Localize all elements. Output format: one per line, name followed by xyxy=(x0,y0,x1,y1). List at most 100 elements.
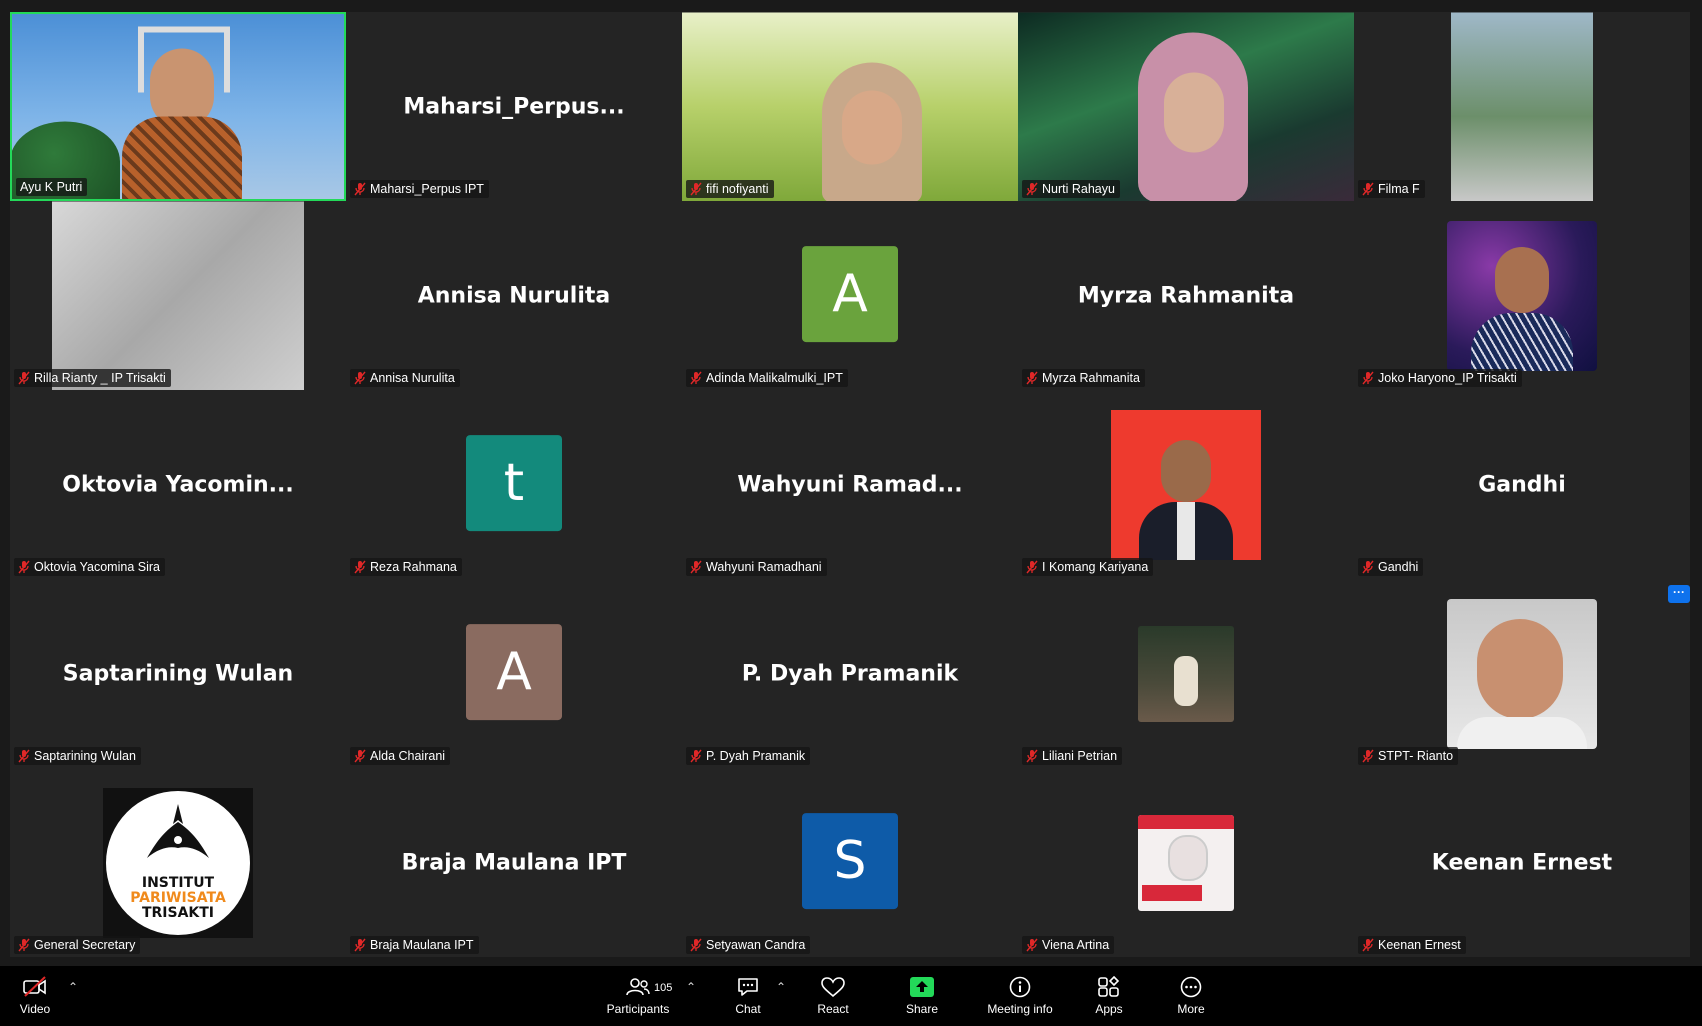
tile-maharsi[interactable]: Maharsi_Perpus... Maharsi_Perpus IPT xyxy=(346,12,682,201)
participant-display-name: Braja Maulana IPT xyxy=(401,850,627,875)
video-button[interactable]: Video xyxy=(14,966,56,1026)
participant-name: Braja Maulana IPT xyxy=(370,938,474,952)
participant-name: Saptarining Wulan xyxy=(34,749,136,763)
tile-saptarining[interactable]: Saptarining Wulan Saptarining Wulan xyxy=(10,579,346,768)
participant-name: Reza Rahmana xyxy=(370,560,457,574)
participant-display-name: Maharsi_Perpus... xyxy=(403,94,625,119)
tile-alda[interactable]: A Alda Chairani xyxy=(346,579,682,768)
mic-muted-icon xyxy=(1026,749,1038,763)
meeting-info-button[interactable]: Meeting info xyxy=(980,966,1060,1026)
avatar: A xyxy=(466,623,562,720)
participant-name: Annisa Nurulita xyxy=(370,371,455,385)
name-label: Joko Haryono_IP Trisakti xyxy=(1358,369,1522,387)
mic-muted-icon xyxy=(354,182,366,196)
name-label: P. Dyah Pramanik xyxy=(686,747,811,765)
participant-name: Adinda Malikalmulki_IPT xyxy=(706,371,843,385)
mic-muted-icon xyxy=(1026,560,1038,574)
mic-muted-icon xyxy=(354,560,366,574)
institut-logo: INSTITUT PARIWISATA TRISAKTI xyxy=(103,787,253,938)
tile-myrza[interactable]: Myrza Rahmanita Myrza Rahmanita xyxy=(1018,201,1354,390)
mic-muted-icon xyxy=(1362,182,1374,196)
avatar: t xyxy=(466,434,562,531)
participant-name: Liliani Petrian xyxy=(1042,749,1118,763)
trisakti-emblem-icon xyxy=(147,803,209,858)
mic-muted-icon xyxy=(1026,371,1038,385)
participant-display-name: Wahyuni Ramad... xyxy=(737,472,963,497)
logo-line-1: INSTITUT xyxy=(141,874,215,891)
name-label: Maharsi_Perpus IPT xyxy=(350,180,489,198)
avatar-photo xyxy=(1138,625,1234,722)
participant-name: Wahyuni Ramadhani xyxy=(706,560,822,574)
video-feed-filma xyxy=(1451,12,1593,201)
participants-options-caret-icon[interactable]: ⌃ xyxy=(686,980,696,994)
tile-setyawan[interactable]: S Setyawan Candra xyxy=(682,768,1018,957)
tile-ayu-k-putri[interactable]: Ayu K Putri xyxy=(10,12,346,201)
participants-icon xyxy=(626,978,650,996)
avatar-photo xyxy=(1138,814,1234,911)
tile-nurti[interactable]: Nurti Rahayu xyxy=(1018,12,1354,201)
react-button[interactable]: React xyxy=(812,966,854,1026)
participant-name: Maharsi_Perpus IPT xyxy=(370,182,484,196)
tile-wahyuni[interactable]: Wahyuni Ramad... Wahyuni Ramadhani xyxy=(682,390,1018,579)
tile-filma[interactable]: Filma F xyxy=(1354,12,1690,201)
name-label: Adinda Malikalmulki_IPT xyxy=(686,369,848,387)
participants-label: Participants xyxy=(606,1002,670,1016)
tile-dyah[interactable]: P. Dyah Pramanik P. Dyah Pramanik xyxy=(682,579,1018,768)
participant-name: Alda Chairani xyxy=(370,749,446,763)
name-label: I Komang Kariyana xyxy=(1022,558,1154,576)
participants-button[interactable]: Participants xyxy=(604,966,672,1026)
tile-fifi[interactable]: fifi nofiyanti xyxy=(682,12,1018,201)
more-label: More xyxy=(1177,1002,1205,1016)
mic-muted-icon xyxy=(690,182,702,196)
participant-display-name: Oktovia Yacomin... xyxy=(62,472,294,497)
meeting-toolbar: Video ⌃ Participants 105 ⌃ Chat ⌃ React … xyxy=(0,966,1702,1026)
tile-komang[interactable]: I Komang Kariyana xyxy=(1018,390,1354,579)
video-feed-ayu xyxy=(12,14,344,199)
info-icon xyxy=(1009,976,1031,998)
name-label: fifi nofiyanti xyxy=(686,180,774,198)
participant-name: Ayu K Putri xyxy=(20,180,83,194)
tile-general-secretary[interactable]: INSTITUT PARIWISATA TRISAKTI General Sec… xyxy=(10,768,346,957)
participant-name: fifi nofiyanti xyxy=(706,182,769,196)
tile-keenan[interactable]: Keenan Ernest Keenan Ernest xyxy=(1354,768,1690,957)
mic-muted-icon xyxy=(690,560,702,574)
mic-muted-icon xyxy=(18,938,30,952)
chat-options-caret-icon[interactable]: ⌃ xyxy=(776,980,786,994)
more-icon xyxy=(1180,976,1202,998)
logo-line-2: PARIWISATA xyxy=(130,889,226,906)
name-label: Liliani Petrian xyxy=(1022,747,1123,765)
chat-button[interactable]: Chat xyxy=(730,966,766,1026)
participant-name: I Komang Kariyana xyxy=(1042,560,1149,574)
tile-adinda[interactable]: A Adinda Malikalmulki_IPT xyxy=(682,201,1018,390)
chat-label: Chat xyxy=(735,1002,761,1016)
participant-name: Rilla Rianty _ IP Trisakti xyxy=(34,371,166,385)
mic-muted-icon xyxy=(690,749,702,763)
participant-count: 105 xyxy=(654,982,673,994)
tile-liliani[interactable]: Liliani Petrian xyxy=(1018,579,1354,768)
tile-rianto[interactable]: STPT- Rianto xyxy=(1354,579,1690,768)
video-options-caret-icon[interactable]: ⌃ xyxy=(68,980,78,994)
video-off-icon xyxy=(23,976,46,997)
video-feed-rilla xyxy=(52,201,304,390)
heart-icon xyxy=(821,977,845,998)
participant-name: Nurti Rahayu xyxy=(1042,182,1115,196)
tile-joko[interactable]: Joko Haryono_IP Trisakti xyxy=(1354,201,1690,390)
tile-reza[interactable]: t Reza Rahmana xyxy=(346,390,682,579)
mic-muted-icon xyxy=(690,371,702,385)
tile-rilla[interactable]: Rilla Rianty _ IP Trisakti xyxy=(10,201,346,390)
tile-oktovia[interactable]: Oktovia Yacomin... Oktovia Yacomina Sira xyxy=(10,390,346,579)
gallery-more-button[interactable]: ··· xyxy=(1668,585,1690,603)
apps-button[interactable]: Apps xyxy=(1092,966,1126,1026)
avatar: A xyxy=(802,245,898,342)
tile-viena[interactable]: Viena Artina xyxy=(1018,768,1354,957)
tile-braja[interactable]: Braja Maulana IPT Braja Maulana IPT xyxy=(346,768,682,957)
tile-annisa[interactable]: Annisa Nurulita Annisa Nurulita xyxy=(346,201,682,390)
participant-name: Filma F xyxy=(1378,182,1420,196)
mic-muted-icon xyxy=(1362,749,1374,763)
share-button[interactable]: Share xyxy=(902,966,942,1026)
logo-line-3: TRISAKTI xyxy=(141,904,215,921)
name-label: Setyawan Candra xyxy=(686,936,811,954)
more-button[interactable]: More xyxy=(1174,966,1208,1026)
tile-gandhi[interactable]: Gandhi Gandhi xyxy=(1354,390,1690,579)
name-label: Annisa Nurulita xyxy=(350,369,460,387)
